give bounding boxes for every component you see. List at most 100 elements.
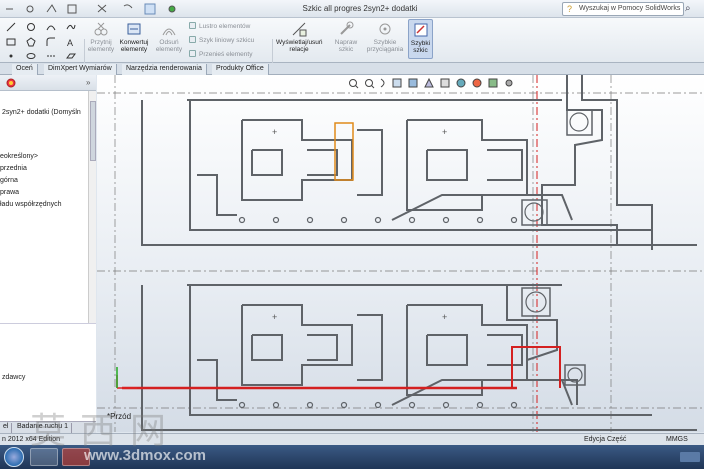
tab-office-products[interactable]: Produkty Office: [212, 64, 269, 75]
bottom-tabs: el Badanie ruchu 1: [0, 421, 96, 433]
tab-dimxpert[interactable]: DimXpert Wymiarów: [44, 64, 117, 75]
tree-item-top-plane[interactable]: górna: [0, 177, 18, 184]
hole-circle: [306, 401, 314, 409]
gear-profile: [307, 334, 338, 361]
hole-circle: [408, 401, 416, 409]
help-search-input[interactable]: ? Wyszukaj w Pomocy SolidWorks: [562, 2, 684, 16]
shaft-profile: [357, 314, 383, 381]
solidworks-taskbar-icon[interactable]: [62, 448, 90, 466]
feature-manager-panel: » 2syn2+ dodatki (Domyśln eokreślony> pr…: [0, 75, 96, 432]
circle-tool-icon[interactable]: [26, 22, 36, 32]
heads-up-view-toolbar[interactable]: [347, 77, 517, 89]
display-delete-relations-button[interactable]: Wyświetlaj/usuń relacje: [276, 21, 323, 53]
graphics-area[interactable]: + + + + *Przód: [97, 75, 704, 432]
frame-profile: [506, 285, 578, 405]
command-manager-ribbon: A Przytnij elementy Konwertuj elementy O…: [0, 18, 704, 77]
quick-sketch-icon: [414, 23, 427, 37]
collapse-icon[interactable]: »: [86, 78, 90, 87]
quick-sketch-button[interactable]: Szybki szkic: [408, 19, 433, 59]
hole-circle: [340, 216, 348, 224]
lower-panel: zdawcy: [0, 323, 96, 432]
offset-label: Odsuń elementy: [155, 39, 183, 53]
arc-tool-icon[interactable]: [46, 22, 56, 32]
spline-tool-icon[interactable]: [66, 22, 76, 32]
gear-profile: [251, 149, 283, 176]
line-tool-icon[interactable]: [6, 22, 16, 32]
status-editing: Edycja Część: [584, 436, 627, 443]
scroll-thumb[interactable]: [90, 101, 96, 161]
tree-item-front-plane[interactable]: przednia: [0, 165, 27, 172]
bracket-profile: [197, 174, 237, 216]
hole-circle: [476, 401, 484, 409]
help-search-text: Wyszukaj w Pomocy SolidWorks: [579, 5, 681, 12]
tree-item-appearance[interactable]: zdawcy: [2, 374, 25, 381]
taskbar: [0, 445, 704, 469]
help-icon: ?: [567, 4, 573, 14]
gear-profile: [426, 334, 468, 366]
tab-evaluate[interactable]: Oceń: [12, 64, 38, 75]
ellipse-tool-icon[interactable]: [26, 51, 36, 61]
gear-profile: [487, 149, 523, 181]
taskbar-app-icon[interactable]: [30, 448, 58, 466]
trim-entities-button[interactable]: Przytnij elementy: [86, 21, 116, 53]
tab-model[interactable]: el: [0, 423, 13, 433]
mirror-label: Lustro elementów: [199, 23, 251, 30]
fillet-tool-icon[interactable]: [46, 37, 56, 47]
move-icon: [189, 50, 196, 57]
panel-scrollbar[interactable]: [88, 91, 96, 323]
status-edition: n 2012 x64 Edition: [2, 436, 60, 443]
move-entities-button[interactable]: Przenieś elementy: [189, 50, 252, 58]
hole-circle: [238, 401, 246, 409]
hole-circle: [442, 216, 450, 224]
move-label: Przenieś elementy: [199, 51, 253, 58]
linear-pattern-icon: [189, 36, 196, 43]
hole-circle: [442, 401, 450, 409]
hole-circle: [374, 401, 382, 409]
window-title: Szkic all progres 2syn2+ dodatki: [302, 4, 418, 13]
panel-toolbar: »: [0, 75, 96, 91]
hole-circle: [408, 216, 416, 224]
gear-profile: [307, 149, 338, 176]
appearance-icon[interactable]: [6, 78, 16, 88]
snap-icon: [379, 23, 391, 35]
title-bar: Szkic all progres 2syn2+ dodatki ? Wyszu…: [0, 0, 704, 18]
linear-pattern-button[interactable]: Szyk liniowy szkicu: [189, 36, 254, 44]
convert-entities-button[interactable]: Konwertuj elementy: [117, 21, 151, 53]
scissors-icon: [94, 22, 108, 36]
center-mark: +: [442, 312, 447, 322]
offset-entities-button[interactable]: Odsuń elementy: [154, 21, 184, 53]
centerline-tool-icon[interactable]: [46, 51, 56, 61]
quick-snaps-button[interactable]: Szybkie przyciągania: [364, 21, 406, 53]
polygon-tool-icon[interactable]: [26, 37, 36, 47]
mirror-entities-button[interactable]: Lustro elementów: [189, 22, 250, 30]
search-icon[interactable]: ⌕: [685, 3, 691, 14]
text-tool-icon[interactable]: A: [66, 37, 76, 47]
repair-sketch-button[interactable]: Napraw szkic: [331, 21, 361, 53]
system-tray-icon[interactable]: [680, 452, 700, 462]
start-button-icon[interactable]: [4, 447, 24, 467]
tree-item-material[interactable]: eokreślony>: [0, 153, 38, 160]
point-tool-icon[interactable]: [6, 51, 16, 61]
tree-item-right-plane[interactable]: prawa: [0, 189, 19, 196]
repair-label: Napraw szkic: [334, 39, 358, 53]
selected-path: [511, 346, 561, 388]
tree-root[interactable]: 2syn2+ dodatki (Domyśln: [2, 109, 81, 116]
tab-motion-study[interactable]: Badanie ruchu 1: [14, 423, 72, 433]
plane-tool-icon[interactable]: [66, 51, 76, 61]
center-mark: +: [272, 127, 277, 137]
rectangle-tool-icon[interactable]: [6, 37, 16, 47]
quick-access-toolbar[interactable]: [0, 0, 200, 18]
gear-profile: [426, 149, 468, 181]
hole-circle: [340, 401, 348, 409]
gear-profile: [251, 334, 283, 361]
gear-profile: [487, 334, 523, 366]
hole-circle: [306, 216, 314, 224]
relations-label: Wyświetlaj/usuń relacje: [276, 39, 323, 53]
tree-item-origin[interactable]: ładu współrzędnych: [0, 201, 61, 208]
status-units[interactable]: MMGS: [666, 436, 688, 443]
quick-snaps-label: Szybkie przyciągania: [366, 39, 404, 53]
tab-render-tools[interactable]: Narzędzia renderowania: [122, 64, 207, 75]
view-orientation-label: *Przód: [107, 412, 132, 421]
center-mark: +: [442, 127, 447, 137]
outer-profile: [141, 100, 697, 246]
